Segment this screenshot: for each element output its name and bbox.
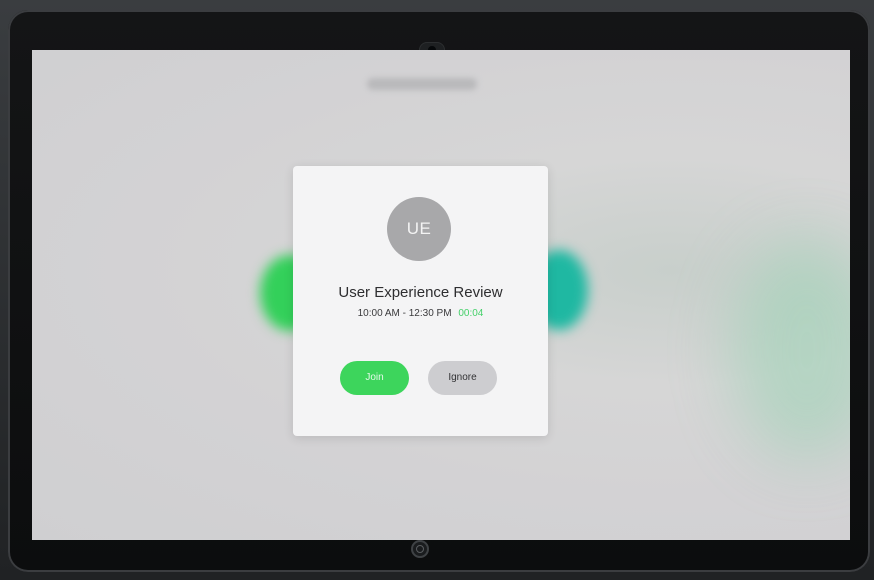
avatar: UE (387, 197, 451, 261)
meeting-time: 10:00 AM - 12:30 PM 00:04 (293, 308, 548, 319)
join-button[interactable]: Join (340, 361, 409, 395)
meeting-title: User Experience Review (338, 284, 503, 301)
photo-scene: UE User Experience Review 10:00 AM - 12:… (0, 0, 874, 580)
home-button-icon[interactable] (411, 540, 429, 558)
blurred-background-title (367, 78, 477, 90)
meeting-elapsed-timer: 00:04 (458, 308, 484, 319)
ignore-button[interactable]: Ignore (428, 361, 497, 395)
device-screen: UE User Experience Review 10:00 AM - 12:… (32, 50, 850, 540)
incoming-meeting-dialog: UE User Experience Review 10:00 AM - 12:… (293, 166, 548, 436)
meeting-time-range: 10:00 AM - 12:30 PM (357, 308, 452, 319)
home-button-ring (416, 545, 424, 553)
blurred-ambient-glow (732, 240, 850, 460)
